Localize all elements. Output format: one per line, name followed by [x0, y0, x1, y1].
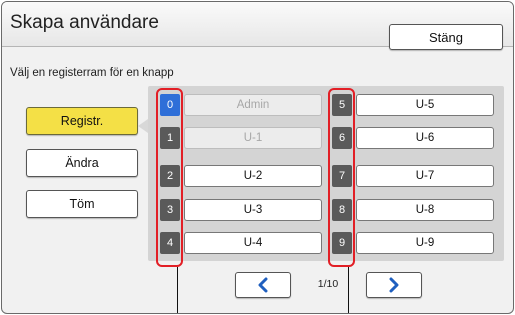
callout-line-right	[348, 267, 349, 313]
slot-1: 1 U-1	[160, 127, 322, 149]
register-button[interactable]: Registr.	[26, 107, 138, 135]
number-column-highlight-right	[328, 88, 355, 267]
slot-8: 8 U-8	[332, 199, 494, 221]
user-slot-button[interactable]: U-5	[356, 94, 494, 116]
number-column-highlight-left	[156, 88, 183, 267]
user-slot-button[interactable]: Admin	[184, 94, 322, 116]
user-slot-button[interactable]: U-8	[356, 199, 494, 221]
user-slot-button[interactable]: U-2	[184, 165, 322, 187]
create-user-dialog: Skapa användare Stäng Välj en registerra…	[1, 1, 514, 314]
clear-button[interactable]: Töm	[26, 190, 138, 218]
user-slot-button[interactable]: U-9	[356, 232, 494, 254]
chevron-right-icon	[389, 277, 399, 293]
slot-5: 5 U-5	[332, 94, 494, 116]
user-slot-button[interactable]: U-3	[184, 199, 322, 221]
slot-4: 4 U-4	[160, 232, 322, 254]
slot-0: 0 Admin	[160, 94, 322, 116]
page-indicator: 1/10	[317, 278, 339, 290]
prev-page-button[interactable]	[235, 272, 291, 298]
user-slot-button[interactable]: U-7	[356, 165, 494, 187]
selection-pointer-icon	[138, 119, 148, 133]
slot-9: 9 U-9	[332, 232, 494, 254]
slot-7: 7 U-7	[332, 165, 494, 187]
slot-6: 6 U-6	[332, 127, 494, 149]
next-page-button[interactable]	[366, 272, 422, 298]
dialog-title: Skapa användare	[10, 12, 159, 33]
user-slot-button[interactable]: U-4	[184, 232, 322, 254]
chevron-left-icon	[258, 277, 268, 293]
slot-2: 2 U-2	[160, 165, 322, 187]
title-bar: Skapa användare Stäng	[2, 2, 513, 50]
user-slot-button[interactable]: U-6	[356, 127, 494, 149]
instruction-text: Välj en registerram för en knapp	[10, 67, 174, 79]
slot-3: 3 U-3	[160, 199, 322, 221]
close-button[interactable]: Stäng	[389, 24, 503, 50]
edit-button[interactable]: Ändra	[26, 149, 138, 177]
user-slot-button[interactable]: U-1	[184, 127, 322, 149]
callout-line-left	[177, 267, 178, 313]
